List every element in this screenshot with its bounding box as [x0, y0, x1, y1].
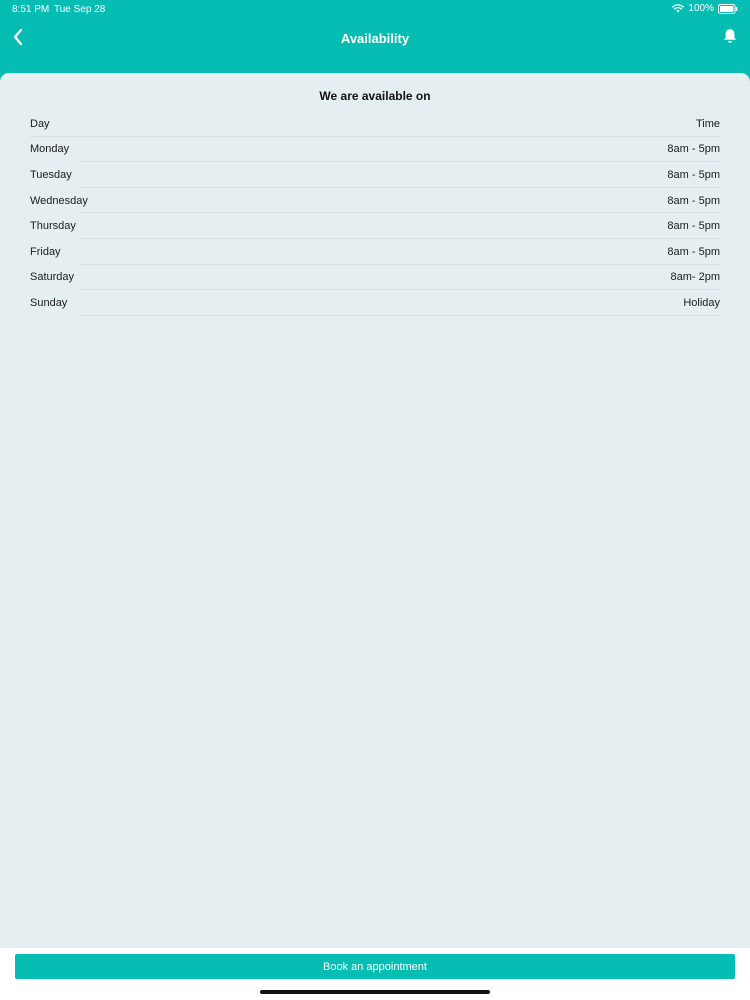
- page-title: Availability: [340, 31, 410, 46]
- table-row: Wednesday 8am - 5pm: [30, 188, 720, 214]
- battery-icon: [718, 3, 738, 14]
- time-cell: 8am - 5pm: [667, 143, 720, 156]
- table-row: Saturday 8am- 2pm: [30, 265, 720, 291]
- day-cell: Thursday: [30, 220, 76, 233]
- notifications-button[interactable]: [718, 26, 742, 50]
- availability-table: Day Time Monday 8am - 5pm Tuesday 8am - …: [30, 111, 720, 316]
- time-cell: 8am- 2pm: [670, 271, 720, 284]
- table-header-row: Day Time: [30, 111, 720, 137]
- day-cell: Friday: [30, 245, 61, 258]
- day-cell: Sunday: [30, 296, 68, 309]
- status-time: 8:51 PM: [12, 4, 50, 15]
- book-appointment-button[interactable]: Book an appointment: [15, 954, 735, 979]
- table-row: Thursday 8am - 5pm: [30, 213, 720, 239]
- time-cell: 8am - 5pm: [667, 194, 720, 207]
- time-cell: 8am - 5pm: [667, 245, 720, 258]
- availability-card: We are available on Day Time Monday 8am …: [0, 73, 750, 948]
- day-cell: Saturday: [30, 271, 75, 284]
- column-header-time: Time: [695, 117, 720, 130]
- time-cell: Holiday: [683, 296, 720, 309]
- table-row: Sunday Holiday: [30, 290, 720, 316]
- home-indicator: [260, 990, 490, 994]
- nav-bar: Availability: [0, 20, 750, 58]
- status-date: Tue Sep 28: [54, 4, 106, 15]
- day-cell: Wednesday: [30, 194, 88, 207]
- bell-icon: [723, 28, 737, 49]
- time-cell: 8am - 5pm: [667, 220, 720, 233]
- day-cell: Tuesday: [30, 168, 72, 181]
- wifi-icon: [672, 4, 685, 13]
- table-row: Monday 8am - 5pm: [30, 137, 720, 163]
- time-cell: 8am - 5pm: [667, 168, 720, 181]
- app-screen: 8:51 PM Tue Sep 28 100% Availability We …: [0, 0, 750, 1000]
- status-indicators: 100%: [672, 3, 738, 14]
- battery-percentage: 100%: [688, 3, 714, 14]
- day-cell: Monday: [30, 143, 70, 156]
- status-bar: 8:51 PM Tue Sep 28 100%: [0, 0, 750, 18]
- availability-heading: We are available on: [319, 89, 431, 103]
- footer: Book an appointment: [0, 948, 750, 1000]
- table-row: Tuesday 8am - 5pm: [30, 162, 720, 188]
- column-header-day: Day: [30, 117, 50, 130]
- table-row: Friday 8am - 5pm: [30, 239, 720, 265]
